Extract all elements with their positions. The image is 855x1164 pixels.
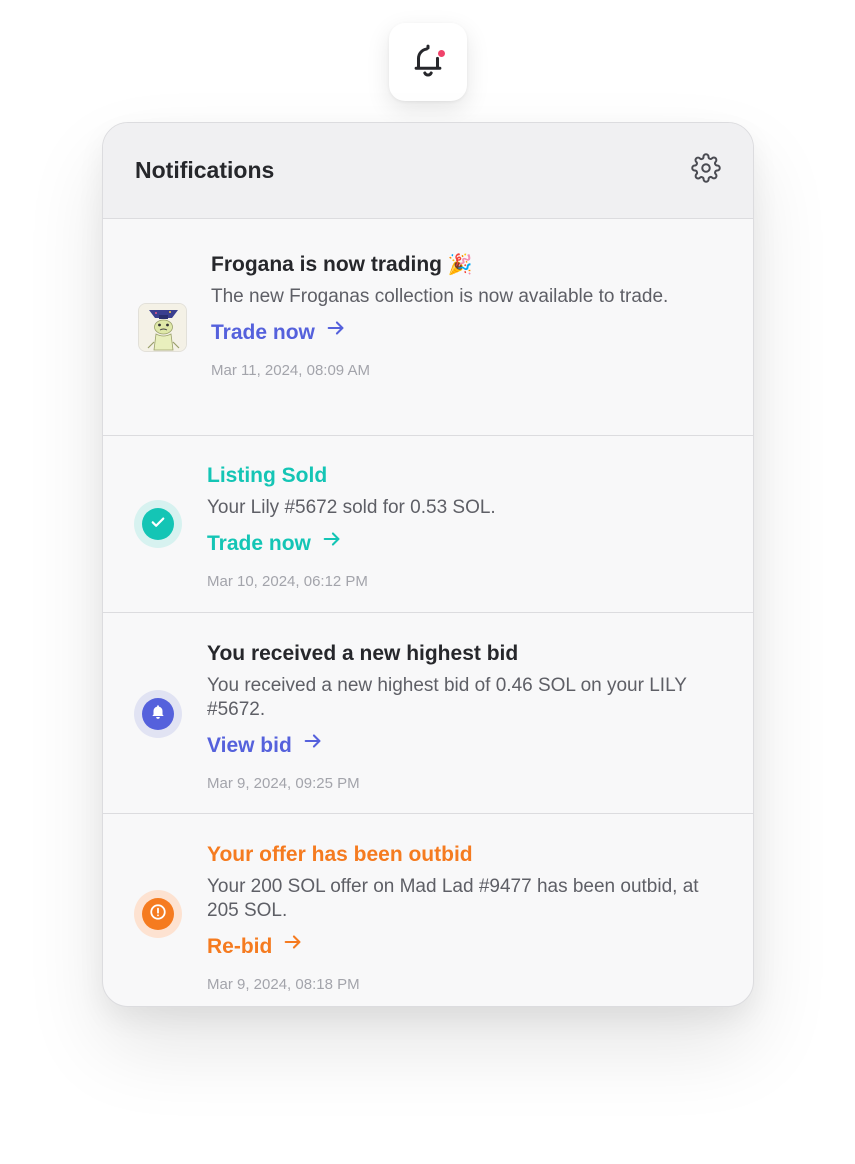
notification-body: Your Lily #5672 sold for 0.53 SOL. [207, 497, 496, 518]
notification-timestamp: Mar 9, 2024, 08:18 PM [207, 976, 360, 993]
gear-icon [691, 153, 721, 188]
notifications-panel: Notifications Frogana is now trading 🎉 T… [102, 122, 754, 1007]
notification-content: Your offer has been outbid Your 200 SOL … [207, 840, 713, 995]
bell-icon [409, 41, 447, 84]
status-badge [134, 690, 182, 738]
arrow-right-icon [321, 528, 343, 559]
re-bid-link[interactable]: Re-bid [207, 931, 304, 962]
notification-timestamp: Mar 11, 2024, 08:09 AM [211, 362, 370, 379]
notification-body: You received a new highest bid of 0.46 S… [207, 675, 687, 720]
notification-timestamp: Mar 9, 2024, 09:25 PM [207, 775, 360, 792]
notification-title: You received a new highest bid [207, 642, 519, 665]
alert-icon [149, 903, 167, 926]
notification-body: The new Froganas collection is now avail… [211, 286, 669, 307]
party-popper-icon: 🎉 [447, 254, 473, 276]
status-badge [134, 890, 182, 938]
trade-now-link[interactable]: Trade now [207, 528, 343, 559]
view-bid-link[interactable]: View bid [207, 730, 324, 761]
notification-title: Listing Sold [207, 464, 328, 487]
notifications-demo: Notifications Frogana is now trading 🎉 T… [0, 0, 855, 1164]
notification-content: Frogana is now trading 🎉 The new Frogana… [211, 250, 713, 381]
settings-button[interactable] [689, 153, 723, 188]
notification-title: Frogana is now trading 🎉 [211, 253, 473, 276]
panel-header: Notifications [103, 123, 753, 219]
action-label: Trade now [211, 320, 315, 344]
notification-item[interactable]: Frogana is now trading 🎉 The new Frogana… [103, 219, 753, 436]
arrow-right-icon [325, 317, 347, 348]
action-label: Trade now [207, 531, 311, 555]
panel-title: Notifications [135, 157, 275, 183]
notification-item[interactable]: Your offer has been outbid Your 200 SOL … [103, 814, 753, 1006]
notifications-bell-button[interactable] [389, 23, 467, 101]
unread-dot [437, 49, 446, 58]
notification-content: You received a new highest bid You recei… [207, 639, 713, 794]
collection-thumbnail [138, 303, 187, 352]
notification-title: Your offer has been outbid [207, 843, 473, 866]
trade-now-link[interactable]: Trade now [211, 317, 347, 348]
bell-icon [149, 703, 167, 726]
action-label: Re-bid [207, 934, 273, 958]
notification-body: Your 200 SOL offer on Mad Lad #9477 has … [207, 876, 699, 921]
arrow-right-icon [302, 730, 324, 761]
action-label: View bid [207, 733, 292, 757]
notification-item[interactable]: You received a new highest bid You recei… [103, 613, 753, 814]
notification-content: Listing Sold Your Lily #5672 sold for 0.… [207, 461, 713, 592]
arrow-right-icon [282, 931, 304, 962]
status-badge [134, 500, 182, 548]
notification-timestamp: Mar 10, 2024, 06:12 PM [207, 573, 368, 590]
check-icon [149, 513, 167, 536]
notification-item[interactable]: Listing Sold Your Lily #5672 sold for 0.… [103, 436, 753, 613]
